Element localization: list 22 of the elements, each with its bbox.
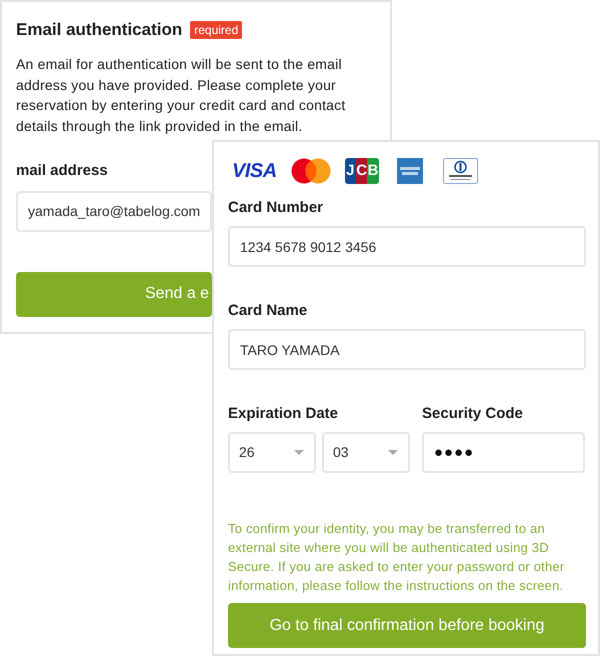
card-number-field[interactable]: 1234 5678 9012 3456 <box>228 226 586 267</box>
description-text: An email for authentication will be sent to the email address you have provided. Please complete your reservation by entering your credit card and contact details through the link provided in the email. <box>16 55 346 136</box>
field-label: mail address <box>16 161 108 182</box>
email-field[interactable]: yamada_taro@tabelog.com <box>16 190 212 232</box>
diners-club-logo <box>442 158 478 184</box>
required-badge: required <box>190 21 242 39</box>
caret-icon <box>294 450 304 455</box>
notice-text: To confirm your identity, you may be transferred to an external site where you will be authenticated using 3D Secure. If you are asked to enter your password or other information, please follow the instructions on the screen. <box>228 520 566 595</box>
section-title: Email authentication <box>16 19 182 42</box>
field-label: Card Name <box>228 301 308 321</box>
visa-logo: VISA <box>232 159 277 183</box>
month-select[interactable]: 03 <box>322 432 410 473</box>
card-name-field[interactable]: TARO YAMADA <box>228 329 586 370</box>
field-label: Expiration Date <box>228 404 340 424</box>
caret-icon <box>388 450 398 455</box>
mastercard-logo <box>290 158 331 184</box>
security-code-field[interactable]: ●●●● <box>422 432 585 473</box>
field-label: Card Number <box>228 198 324 218</box>
amex-logo <box>396 158 423 184</box>
year-select[interactable]: 26 <box>228 432 316 473</box>
jcb-logo: JCB <box>344 158 379 184</box>
field-label: Security Code <box>422 404 524 424</box>
